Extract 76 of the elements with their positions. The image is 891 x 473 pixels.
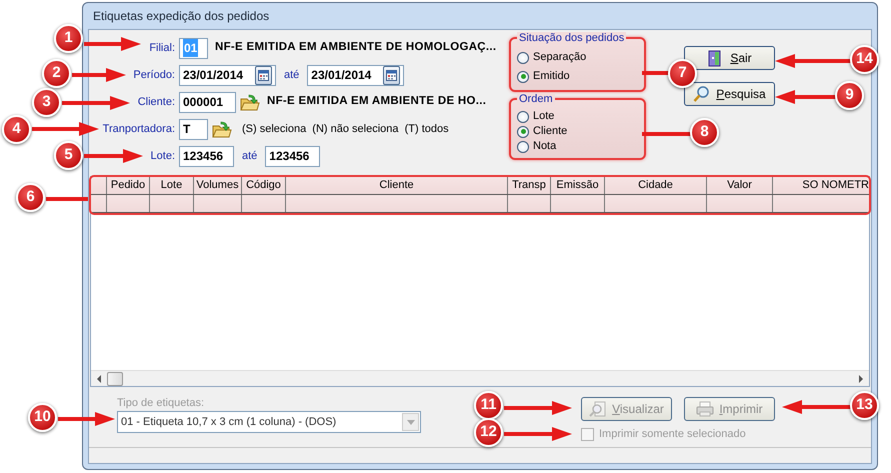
column-header: Emissão xyxy=(551,177,605,194)
date-field[interactable]: 23/01/2014 xyxy=(179,64,276,86)
arrow xyxy=(58,412,115,426)
batch-field[interactable]: 123456 xyxy=(179,146,234,166)
printer-icon xyxy=(696,400,714,418)
arrow xyxy=(72,68,126,82)
column-header: Volumes xyxy=(194,177,242,194)
callout-number: 4 xyxy=(2,115,31,144)
calendar-icon xyxy=(258,70,269,80)
arrow xyxy=(84,149,143,163)
search-icon xyxy=(693,86,712,102)
column-header: Cidade xyxy=(605,177,707,194)
arrow xyxy=(32,122,99,136)
column-header: SO NOMETR xyxy=(801,178,869,193)
connector-line xyxy=(46,197,88,201)
column-header: Valor xyxy=(707,177,773,194)
radio-label: Nota xyxy=(533,139,556,154)
left-arrow-icon xyxy=(96,374,102,382)
callout-number: 6 xyxy=(16,183,45,212)
arrow xyxy=(504,401,572,415)
arrow xyxy=(775,90,837,104)
column-header: Código xyxy=(242,177,286,194)
radio-button[interactable] xyxy=(517,70,529,82)
document-search-icon xyxy=(589,400,608,418)
calendar-button[interactable] xyxy=(383,66,400,84)
field-label: Cliente: xyxy=(138,94,175,110)
connector-line xyxy=(642,71,670,75)
checkbox-label: Imprimir somente selecionado xyxy=(599,427,746,442)
caret-icon xyxy=(406,420,414,424)
folder-icon[interactable] xyxy=(212,120,232,138)
calendar-icon xyxy=(386,70,398,80)
date-field[interactable]: 23/01/2014 xyxy=(307,64,404,86)
arrow xyxy=(84,37,141,51)
field-label: Filial: xyxy=(149,40,175,56)
scrollbar-thumb[interactable] xyxy=(107,372,123,386)
range-label: até xyxy=(242,148,258,164)
column-header: Pedido xyxy=(107,177,150,194)
callout-number: 3 xyxy=(32,88,61,117)
field-label: Tipo de etiquetas: xyxy=(117,397,206,409)
batch-field[interactable]: 123456 xyxy=(265,146,320,166)
radio-button[interactable] xyxy=(517,126,529,138)
radio-button[interactable] xyxy=(517,52,529,64)
radio-label: Separação xyxy=(533,50,586,66)
column-header: Transp xyxy=(508,177,551,194)
client-name: NF-E EMITIDA EM AMBIENTE DE HO... xyxy=(267,94,486,110)
horizontal-scrollbar[interactable] xyxy=(91,370,869,386)
callout-number: 5 xyxy=(54,141,83,170)
callout-number: 10 xyxy=(28,403,57,432)
right-arrow-icon xyxy=(858,374,864,382)
window-title: Etiquetas expedição dos pedidos xyxy=(92,8,270,25)
radio-label: Cliente xyxy=(533,124,568,140)
folder-icon[interactable] xyxy=(240,94,260,110)
arrow xyxy=(504,427,572,441)
field-label: Lote: xyxy=(150,148,175,164)
connector-line xyxy=(642,132,692,136)
action-button[interactable]: Pesquisa xyxy=(684,82,775,106)
callout-number: 2 xyxy=(42,59,71,88)
callout-number: 1 xyxy=(54,24,83,53)
carrier-field[interactable]: T xyxy=(179,118,208,140)
field-label: Período: xyxy=(133,68,175,83)
radio-button[interactable] xyxy=(517,110,529,122)
column-header: Cliente xyxy=(286,177,508,194)
group-title: Situação dos pedidos xyxy=(517,32,626,44)
radio-button[interactable] xyxy=(517,140,529,152)
arrow xyxy=(782,400,852,414)
group-title: Ordem xyxy=(517,93,555,105)
radio-label: Lote xyxy=(533,109,554,124)
radio-label: Emitido xyxy=(533,69,570,84)
branch-name: NF-E EMITIDA EM AMBIENTE DE HOMOLOGAÇ... xyxy=(215,40,496,56)
calendar-button[interactable] xyxy=(255,66,272,84)
client-field[interactable]: 000001 xyxy=(179,92,236,112)
hint-text: (S) seleciona (N) não seleciona (T) todos xyxy=(242,122,449,137)
arrow xyxy=(62,96,130,110)
range-label: até xyxy=(284,68,300,83)
column-header: Lote xyxy=(150,177,194,194)
field-label: Tranportadora: xyxy=(102,122,175,137)
